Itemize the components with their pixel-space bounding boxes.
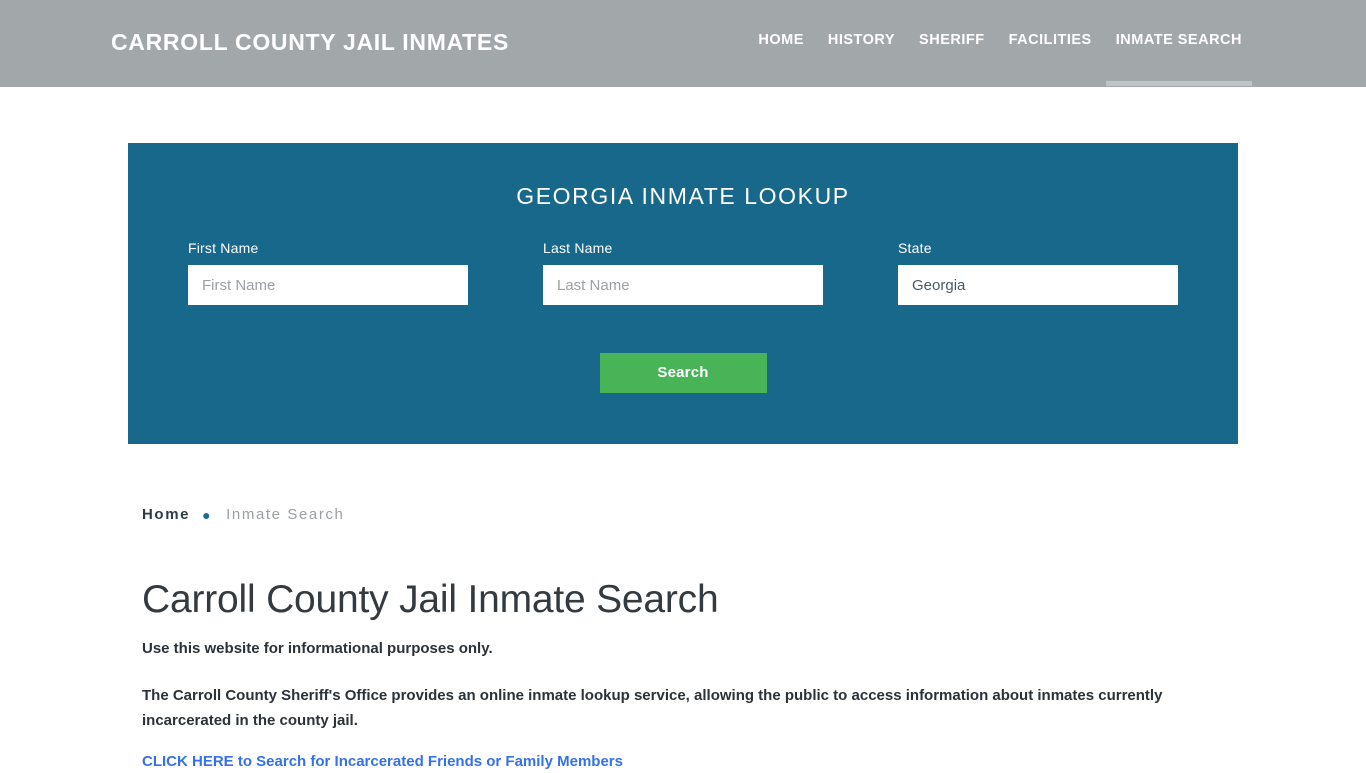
lookup-fields-row: First Name Last Name State	[128, 240, 1238, 310]
state-label: State	[898, 240, 932, 256]
breadcrumb-item-current: Inmate Search	[226, 506, 345, 523]
lookup-panel-title: Georgia Inmate Lookup	[516, 183, 850, 209]
search-button[interactable]: Search	[599, 353, 767, 393]
nav-item-home[interactable]: Home	[746, 32, 816, 48]
first-name-label: First Name	[188, 240, 259, 256]
first-name-input[interactable]	[188, 265, 468, 305]
breadcrumb-item-home[interactable]: Home	[142, 506, 190, 523]
nav-item-history[interactable]: History	[816, 32, 907, 48]
search-button-row: Search	[128, 353, 1238, 393]
state-field-group: State	[898, 240, 1178, 305]
breadcrumb-separator-dot-icon: ●	[202, 506, 213, 523]
inmate-search-cta-link[interactable]: CLICK HERE to Search for Incarcerated Fr…	[142, 751, 623, 773]
last-name-input[interactable]	[543, 265, 823, 305]
breadcrumb: Home ● Inmate Search	[142, 506, 345, 523]
state-input[interactable]	[898, 265, 1178, 305]
site-brand-logo[interactable]: Carroll County Jail Inmates	[111, 29, 509, 56]
main-content: Use this website for informational purpo…	[142, 636, 1192, 773]
last-name-field-group: Last Name	[543, 240, 823, 305]
inmate-lookup-panel: Georgia Inmate Lookup First Name Last Na…	[128, 143, 1238, 444]
first-name-field-group: First Name	[188, 240, 468, 305]
last-name-label: Last Name	[543, 240, 613, 256]
main-navigation: Home History Sheriff Facilities Inmate S…	[746, 32, 1254, 86]
intro-paragraph: Use this website for informational purpo…	[142, 640, 493, 657]
site-header: Carroll County Jail Inmates Home History…	[0, 0, 1366, 87]
nav-item-sheriff[interactable]: Sheriff	[907, 32, 997, 48]
nav-item-facilities[interactable]: Facilities	[997, 32, 1104, 48]
nav-item-inmate-search[interactable]: Inmate Search	[1104, 32, 1254, 86]
description-paragraph: The Carroll County Sheriff's Office prov…	[142, 687, 1163, 729]
page-title: Carroll County Jail Inmate Search	[142, 578, 719, 621]
